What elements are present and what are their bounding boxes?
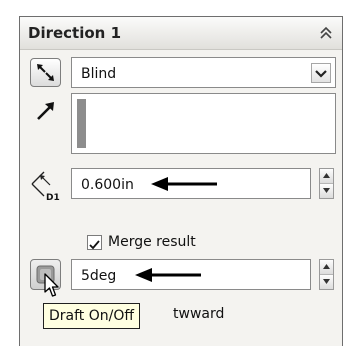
spin-down-button[interactable] <box>320 274 333 289</box>
caret-up-icon <box>323 264 330 269</box>
draft-tooltip: Draft On/Off <box>43 303 141 329</box>
draft-angle-spinner[interactable] <box>319 259 334 290</box>
merge-result-checkbox[interactable] <box>87 235 102 250</box>
caret-up-icon <box>323 173 330 178</box>
collapse-chevron-icon[interactable] <box>318 25 334 41</box>
end-condition-value: Blind <box>81 66 117 82</box>
mouse-pointer-icon <box>44 273 59 297</box>
depth-spinner[interactable] <box>319 168 334 199</box>
svg-text:D1: D1 <box>46 193 60 203</box>
panel-header[interactable]: Direction 1 <box>20 17 342 50</box>
selection-color-swatch <box>77 99 86 148</box>
panel-title: Direction 1 <box>28 24 122 42</box>
draft-outward-label[interactable]: twward <box>173 306 224 322</box>
reverse-direction-button[interactable] <box>30 58 61 87</box>
spin-down-button[interactable] <box>320 183 333 198</box>
spin-up-button[interactable] <box>320 260 333 275</box>
end-condition-dropdown[interactable]: Blind <box>71 57 336 88</box>
depth-value: 0.600in <box>81 177 134 193</box>
reverse-direction-icon <box>37 64 54 81</box>
dimension-d1-icon: D1 <box>31 171 60 203</box>
checkmark-icon <box>89 240 100 250</box>
draft-angle-value: 5deg <box>81 268 117 284</box>
direction-1-panel: Direction 1 Blind D1 0.600in Merge resul… <box>19 16 343 346</box>
caret-down-icon <box>323 187 330 193</box>
direction-arrow-icon <box>37 102 54 120</box>
caret-down-icon <box>323 278 330 284</box>
black-arrow-icon <box>151 177 217 191</box>
chevron-down-icon <box>315 70 327 78</box>
merge-result-label: Merge result <box>108 234 196 250</box>
spin-up-button[interactable] <box>320 169 333 184</box>
direction-selection-box[interactable] <box>71 93 336 154</box>
black-arrow-icon <box>135 268 201 282</box>
dropdown-button[interactable] <box>311 63 331 83</box>
